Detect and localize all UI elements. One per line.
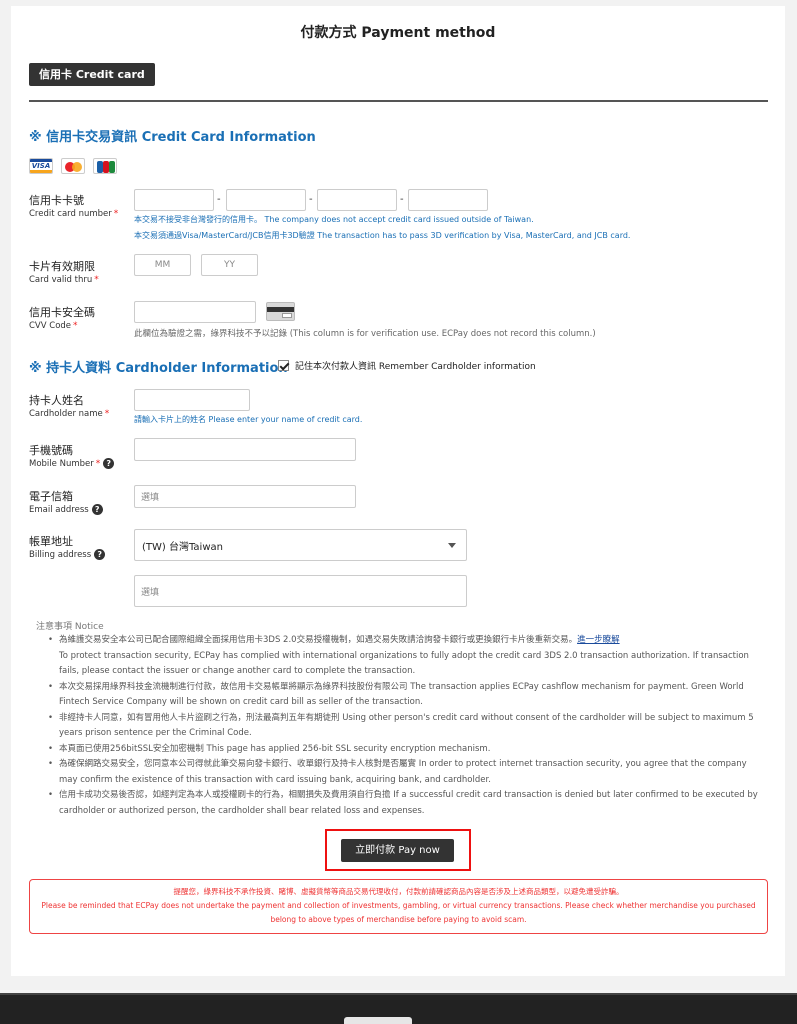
billing-address-label-zh: 帳單地址: [29, 535, 73, 548]
mobile-number-input[interactable]: [134, 438, 356, 461]
tab-credit-card[interactable]: 信用卡 Credit card: [29, 63, 155, 86]
valid-thru-label: 卡片有效期限 Card valid thru *: [29, 260, 99, 287]
cardholder-name-label: 持卡人姓名 Cardholder name *: [29, 394, 109, 421]
email-label: 電子信箱 Email address?: [29, 490, 103, 517]
chevron-down-icon: [448, 543, 456, 548]
email-label-zh: 電子信箱: [29, 490, 73, 503]
card-number-label-zh: 信用卡卡號: [29, 194, 84, 207]
learn-more-link[interactable]: 進一步瞭解: [577, 635, 620, 645]
payment-card: 付款方式 Payment method 信用卡 Credit card ※ 信用…: [11, 6, 785, 976]
warning-text-en: Please be reminded that ECPay does not u…: [41, 901, 756, 910]
cardholder-name-label-zh: 持卡人姓名: [29, 394, 84, 407]
card-logos: VISA: [29, 158, 117, 174]
cvv-card-back-icon: [266, 302, 295, 321]
cvv-hint: 此欄位為驗證之需，綠界科技不予以記錄 (This column is for v…: [134, 329, 596, 339]
card-number-dash: -: [217, 194, 221, 205]
required-mark: *: [94, 275, 99, 285]
valid-thru-label-zh: 卡片有效期限: [29, 260, 95, 273]
scam-warning-box: 提醒您，綠界科技不承作投資、賭博、虛擬貨幣等商品交易代理收付，付款前請確認商品內…: [29, 879, 768, 934]
email-label-en: Email address: [29, 505, 89, 515]
cvv-label: 信用卡安全碼 CVV Code *: [29, 306, 95, 333]
card-number-hint-3d: 本交易須通過Visa/MasterCard/JCB信用卡3D驗證 The tra…: [134, 231, 631, 240]
warning-text-zh: 提醒您，綠界科技不承作投資、賭博、虛擬貨幣等商品交易代理收付，付款前請確認商品內…: [173, 887, 624, 896]
mobile-label-zh: 手機號碼: [29, 444, 73, 457]
cardholder-name-hint: 請輸入卡片上的姓名 Please enter your name of cred…: [134, 415, 363, 424]
billing-country-value: (TW) 台灣Taiwan: [142, 541, 223, 553]
notice-item-text: 為維護交易安全本公司已配合國際組織全面採用信用卡3DS 2.0交易授權機制，如遇…: [59, 635, 578, 645]
card-number-hint-foreign: 本交易不接受非台灣發行的信用卡。 The company does not ac…: [134, 215, 534, 224]
mobile-label-en: Mobile Number: [29, 459, 94, 469]
visa-logo-icon: VISA: [29, 158, 53, 174]
checkbox-checked-icon[interactable]: [278, 360, 289, 371]
required-mark: *: [104, 409, 110, 419]
credit-card-section-title: ※ 信用卡交易資訊 Credit Card Information: [29, 130, 316, 145]
card-number-input-4[interactable]: [408, 189, 488, 211]
card-number-label-en: Credit card number: [29, 209, 112, 219]
remember-cardholder-checkbox[interactable]: 記住本次付款人資訊 Remember Cardholder informatio…: [278, 359, 536, 372]
notice-item: 信用卡成功交易後否認，如經判定為本人或授權刷卡的行為，相關損失及費用須自行負擔 …: [48, 788, 763, 819]
card-number-input-1[interactable]: [134, 189, 214, 211]
notice-item: 本頁面已使用256bitSSL安全加密機制 This page has appl…: [48, 742, 763, 758]
required-mark: *: [95, 459, 101, 469]
card-number-input-3[interactable]: [317, 189, 397, 211]
help-icon[interactable]: ?: [103, 458, 115, 469]
help-icon[interactable]: ?: [91, 504, 103, 515]
billing-address-label: 帳單地址 Billing address?: [29, 535, 106, 562]
notice-item-text-en: To protect transaction security, ECPay h…: [59, 650, 749, 677]
card-number-dash: -: [309, 194, 313, 205]
card-number-input-2[interactable]: [226, 189, 306, 211]
footer-logo-icon: [344, 1017, 412, 1024]
expiry-year-input[interactable]: YY: [201, 254, 258, 276]
jcb-logo-icon: [93, 158, 117, 174]
notice-item: 非經持卡人同意，如有冒用他人卡片盜刷之行為，刑法最高判五年有期徒刑 Using …: [48, 711, 763, 742]
footer: [0, 993, 797, 1024]
cardholder-name-input[interactable]: [134, 389, 250, 411]
pay-now-button[interactable]: 立即付款 Pay now: [341, 839, 454, 862]
warning-text-en-cont: belong to above types of merchandise bef…: [270, 915, 527, 924]
mastercard-logo-icon: [61, 158, 85, 174]
email-input[interactable]: 選填: [134, 485, 356, 508]
cvv-input[interactable]: [134, 301, 256, 323]
cardholder-name-label-en: Cardholder name: [29, 409, 103, 419]
notice-item: 本次交易採用綠界科技金流機制進行付款，故信用卡交易帳單將顯示為綠界科技股份有限公…: [48, 680, 763, 711]
mobile-label: 手機號碼 Mobile Number *?: [29, 444, 115, 471]
billing-address-input[interactable]: 選填: [134, 575, 467, 607]
notice-title: 注意事項 Notice: [36, 622, 104, 632]
expiry-month-input[interactable]: MM: [134, 254, 191, 276]
notice-item: 為維護交易安全本公司已配合國際組織全面採用信用卡3DS 2.0交易授權機制，如遇…: [48, 633, 763, 680]
divider: [29, 100, 768, 102]
help-icon[interactable]: ?: [94, 549, 106, 560]
cardholder-section-title: ※ 持卡人資料 Cardholder Information: [29, 361, 288, 376]
cvv-label-en: CVV Code: [29, 321, 72, 331]
notice-item: 為確保網路交易安全，您同意本公司得就此筆交易向發卡銀行、收單銀行及持卡人核對是否…: [48, 757, 763, 788]
notice-list: 為維護交易安全本公司已配合國際組織全面採用信用卡3DS 2.0交易授權機制，如遇…: [48, 633, 763, 819]
required-mark: *: [73, 321, 78, 331]
remember-cardholder-label: 記住本次付款人資訊 Remember Cardholder informatio…: [295, 362, 536, 372]
required-mark: *: [113, 209, 119, 219]
card-number-label: 信用卡卡號 Credit card number *: [29, 194, 118, 221]
cvv-label-zh: 信用卡安全碼: [29, 306, 95, 319]
billing-country-select[interactable]: (TW) 台灣Taiwan: [134, 529, 467, 561]
page-title: 付款方式 Payment method: [300, 25, 496, 41]
billing-address-label-en: Billing address: [29, 550, 92, 560]
valid-thru-label-en: Card valid thru: [29, 275, 93, 285]
card-number-dash: -: [400, 194, 404, 205]
